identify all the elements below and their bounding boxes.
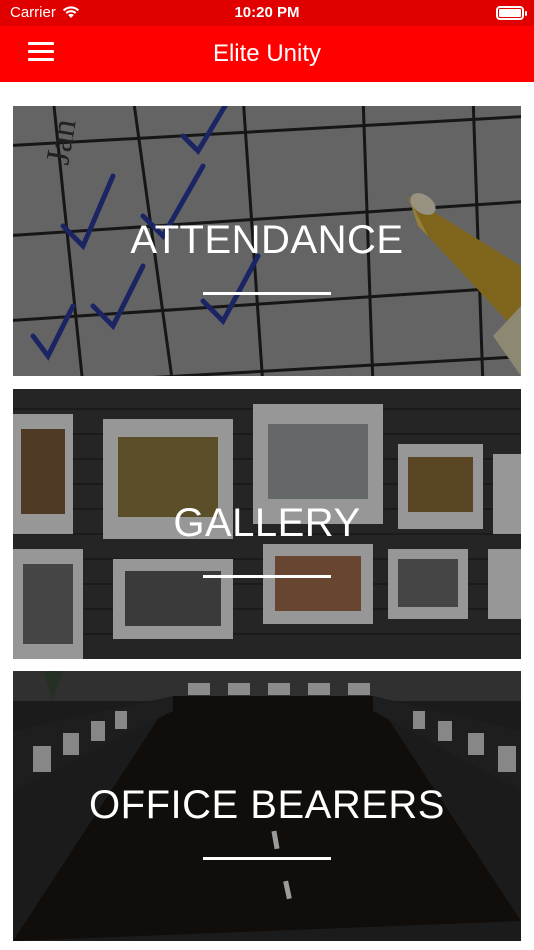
app-bar: Elite Unity — [0, 26, 534, 82]
attendance-tile[interactable]: Jan ATTENDANCE — [13, 106, 521, 376]
status-bar: Carrier 10:20 PM — [0, 0, 534, 26]
attendance-underline — [203, 292, 331, 295]
office-bearers-label: OFFICE BEARERS — [89, 783, 445, 827]
attendance-label: ATTENDANCE — [130, 218, 404, 262]
battery-icon — [496, 6, 527, 20]
office-bearers-tile[interactable]: OFFICE BEARERS — [13, 671, 521, 941]
app-title: Elite Unity — [212, 40, 322, 67]
gallery-underline — [203, 575, 331, 578]
gallery-label: GALLERY — [173, 501, 361, 545]
status-time: 10:20 PM — [234, 4, 300, 21]
office-bearers-underline — [203, 857, 331, 860]
gallery-tile[interactable]: GALLERY — [13, 389, 521, 659]
